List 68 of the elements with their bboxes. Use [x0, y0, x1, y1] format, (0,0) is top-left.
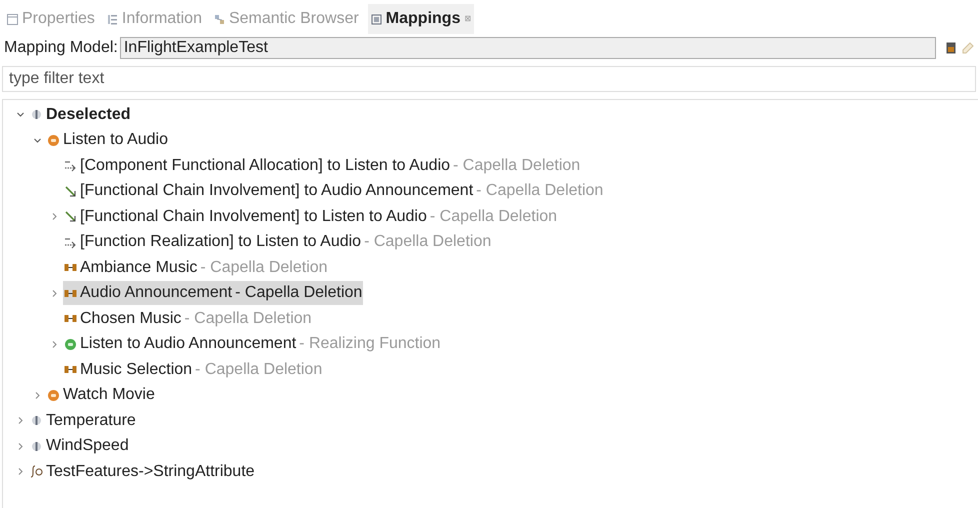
item-status: - Capella Deletion — [235, 283, 362, 304]
item-label: WindSpeed — [46, 436, 129, 456]
item-label: Temperature — [46, 410, 136, 431]
item-label: [Component Functional Allocation] to Listen to Audio — [80, 156, 450, 176]
arrow-icon — [64, 236, 77, 249]
expanded-chevron-icon[interactable] — [33, 136, 42, 145]
tree-item[interactable]: Ambiance Music - Capella Deletion — [63, 256, 329, 280]
item-label: Chosen Music — [80, 308, 182, 329]
mapping-model-field[interactable]: InFlightExampleTest — [120, 37, 936, 59]
collapsed-chevron-icon[interactable] — [16, 416, 25, 426]
tree-item[interactable]: WindSpeed — [29, 434, 130, 458]
chain-icon — [64, 184, 77, 198]
attribute-icon — [30, 465, 43, 478]
function-icon — [47, 388, 60, 402]
item-label: Deselected — [46, 104, 130, 125]
filter-field[interactable]: type filter text — [2, 66, 976, 92]
feature-icon — [30, 108, 43, 122]
item-label: Audio Announcement — [80, 283, 232, 304]
tree-item[interactable]: [Functional Chain Involvement] to Listen to Audio - Capella Deletion — [63, 204, 558, 229]
feature-icon — [30, 414, 43, 428]
collapsed-chevron-icon[interactable] — [50, 212, 59, 222]
table-icon — [7, 14, 18, 24]
item-status: - Capella Deletion — [184, 308, 312, 329]
collapsed-chevron-icon[interactable] — [16, 467, 25, 476]
tree-item[interactable]: Temperature — [29, 408, 137, 433]
item-status: - Realizing Function — [299, 334, 441, 354]
item-status: - Capella Deletion — [200, 258, 328, 278]
expanded-chevron-icon[interactable] — [16, 110, 25, 120]
tree-item[interactable]: Watch Movie — [46, 383, 156, 408]
collapsed-chevron-icon[interactable] — [33, 390, 42, 400]
item-status: - Capella Deletion — [430, 206, 558, 227]
tree-item[interactable]: Deselected — [29, 102, 132, 127]
list-icon — [106, 14, 118, 24]
tree-item[interactable]: [Functional Chain Involvement] to Audio Announcement - Capella Deletion — [63, 179, 604, 204]
item-label: Listen to Audio — [63, 130, 168, 150]
item-label: [Function Realization] to Listen to Audio — [80, 232, 362, 252]
tree-item[interactable]: Listen to Audio Announcement - Realizing Function — [63, 332, 442, 356]
field-label: Mapping Model: — [4, 38, 118, 58]
function-icon — [47, 134, 60, 147]
feature-icon — [30, 440, 43, 453]
item-status: - Capella Deletion — [476, 181, 604, 202]
arrow-icon — [64, 159, 77, 172]
item-label: Listen to Audio Announcement — [80, 334, 296, 354]
tree-item[interactable]: Audio Announcement - Capella Deletion — [63, 281, 364, 306]
tree-item[interactable]: [Component Functional Allocation] to Listen to Audio - Capella Deletion — [63, 154, 582, 178]
tree-item[interactable]: Listen to Audio — [46, 128, 169, 152]
item-label: [Functional Chain Involvement] to Listen to Audio — [80, 206, 427, 227]
tree-item[interactable]: [Function Realization] to Listen to Audio - Capella Deletion — [63, 230, 492, 254]
browser-icon — [214, 14, 225, 24]
function-icon — [64, 338, 77, 351]
item-label: Music Selection — [80, 360, 192, 380]
tree-item[interactable]: Music Selection - Capella Deletion — [63, 358, 324, 382]
tree-item[interactable]: Chosen Music - Capella Deletion — [63, 306, 313, 331]
item-label: [Functional Chain Involvement] to Audio Announcement — [80, 181, 474, 202]
mapping-icon — [370, 14, 382, 24]
archive-icon[interactable] — [946, 42, 956, 54]
item-label: TestFeatures->StringAttribute — [46, 462, 255, 482]
item-status: - Capella Deletion — [453, 156, 580, 176]
item-label: Watch Movie — [63, 385, 155, 406]
item-label: Ambiance Music — [80, 258, 198, 278]
chain-icon — [64, 210, 77, 224]
item-status: - Capella Deletion — [195, 360, 322, 380]
collapsed-chevron-icon[interactable] — [16, 442, 25, 451]
tree-item[interactable]: TestFeatures->StringAttribute — [29, 460, 256, 484]
collapsed-chevron-icon[interactable] — [50, 340, 59, 349]
view-tab[interactable]: Mappings ⊠ — [368, 4, 474, 34]
item-status: - Capella Deletion — [364, 232, 492, 252]
collapsed-chevron-icon[interactable] — [50, 288, 59, 298]
